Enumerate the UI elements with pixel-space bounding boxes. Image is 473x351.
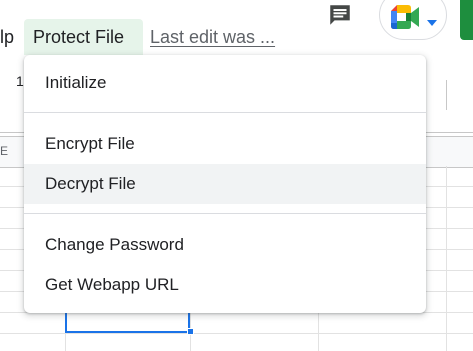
grid-line bbox=[0, 333, 473, 334]
last-edit-link[interactable]: Last edit was ... bbox=[150, 27, 275, 48]
caret-down-icon bbox=[427, 13, 437, 31]
comment-icon bbox=[327, 2, 353, 33]
toolbar-value: 1 bbox=[16, 73, 24, 89]
google-meet-icon bbox=[391, 5, 421, 34]
menu-item-encrypt-file[interactable]: Encrypt File bbox=[24, 124, 426, 164]
menu-divider bbox=[24, 213, 426, 214]
meet-button[interactable] bbox=[379, 0, 447, 40]
menu-item-decrypt-file[interactable]: Decrypt File bbox=[24, 164, 426, 204]
menu-bar: lp Protect File Last edit was ... bbox=[0, 0, 473, 56]
fill-handle[interactable] bbox=[187, 328, 194, 335]
menu-item-get-webapp-url[interactable]: Get Webapp URL bbox=[24, 265, 426, 305]
menu-help[interactable]: lp bbox=[0, 19, 20, 55]
grid-line bbox=[446, 166, 447, 351]
menu-item-initialize[interactable]: Initialize bbox=[24, 63, 426, 103]
menu-divider bbox=[24, 112, 426, 113]
menu-item-change-password[interactable]: Change Password bbox=[24, 225, 426, 265]
share-button[interactable] bbox=[460, 0, 473, 40]
protect-file-menu: Initialize Encrypt File Decrypt File Cha… bbox=[24, 55, 426, 313]
column-header-e[interactable]: E bbox=[0, 144, 8, 158]
menu-protect-file[interactable]: Protect File bbox=[24, 19, 143, 55]
comment-button[interactable] bbox=[323, 0, 357, 34]
header-separator bbox=[446, 80, 447, 110]
